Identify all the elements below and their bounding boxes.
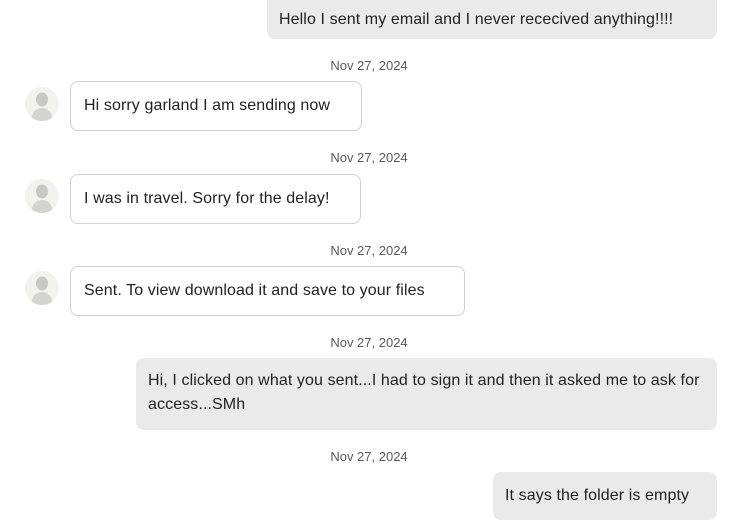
message-text: Hi sorry garland I am sending now [84, 97, 331, 114]
message-text: Sent. To view download it and save to yo… [84, 282, 425, 299]
message-incoming: I was in travel. Sorry for the delay! [70, 174, 361, 224]
message-timestamp: Nov 27, 2024 [330, 150, 408, 165]
user-avatar-icon[interactable] [25, 87, 59, 121]
user-avatar-icon[interactable] [25, 179, 59, 213]
message-outgoing: It says the folder is empty [493, 472, 717, 520]
message-timestamp: Nov 27, 2024 [330, 58, 408, 73]
message-timestamp: Nov 27, 2024 [330, 243, 408, 258]
message-text: Hi, I clicked on what you sent...I had t… [148, 372, 700, 413]
message-incoming: Hi sorry garland I am sending now [70, 81, 362, 131]
message-text: I was in travel. Sorry for the delay! [84, 190, 330, 207]
user-avatar-icon[interactable] [25, 271, 59, 305]
message-timestamp: Nov 27, 2024 [330, 335, 408, 350]
message-text: Hello I sent my email and I never receci… [279, 10, 674, 28]
message-outgoing: Hello I sent my email and I never receci… [267, 0, 717, 39]
message-thread: Hello I sent my email and I never receci… [0, 0, 738, 522]
message-outgoing: Hi, I clicked on what you sent...I had t… [136, 358, 717, 430]
message-timestamp: Nov 27, 2024 [330, 449, 408, 464]
message-incoming: Sent. To view download it and save to yo… [70, 266, 465, 316]
message-text: It says the folder is empty [505, 487, 690, 504]
